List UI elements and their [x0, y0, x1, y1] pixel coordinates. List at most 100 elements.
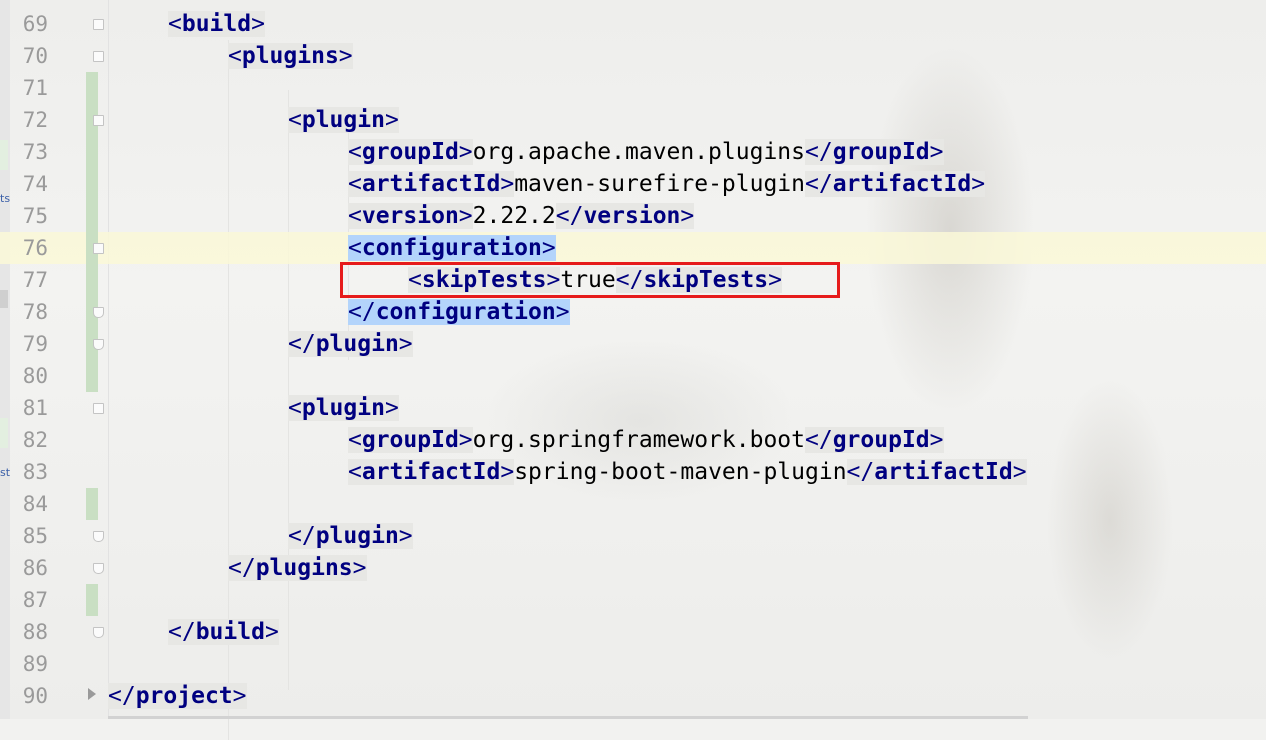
- xml-tag: </groupId>: [805, 427, 944, 453]
- xml-tag: </plugin>: [288, 331, 413, 357]
- xml-tag: </artifactId>: [805, 171, 986, 197]
- fold-toggle-icon[interactable]: [93, 339, 104, 350]
- code-text[interactable]: <plugin>: [288, 392, 399, 424]
- line-number: 75: [22, 204, 48, 228]
- vcs-change-marker[interactable]: [86, 488, 98, 520]
- fold-toggle-icon[interactable]: [93, 531, 104, 542]
- xml-tag: <groupId>: [348, 139, 473, 165]
- fold-toggle-icon[interactable]: [93, 403, 104, 414]
- line-number: 69: [22, 12, 48, 36]
- code-text[interactable]: <artifactId>maven-surefire-plugin</artif…: [348, 168, 986, 200]
- vcs-change-marker[interactable]: [86, 200, 98, 232]
- line-number: 89: [22, 652, 48, 676]
- line-number: 77: [22, 268, 48, 292]
- xml-tag: <plugin>: [288, 395, 399, 421]
- code-line-86[interactable]: 86 </plugins>: [0, 552, 1266, 584]
- code-line-71[interactable]: 71: [0, 72, 1266, 104]
- code-line-84[interactable]: 84: [0, 488, 1266, 520]
- line-number: 90: [22, 684, 48, 708]
- code-text[interactable]: <build>: [168, 8, 265, 40]
- code-text[interactable]: </configuration>: [348, 296, 570, 328]
- code-line-72[interactable]: 72 <plugin>: [0, 104, 1266, 136]
- line-number: 72: [22, 108, 48, 132]
- code-line-87[interactable]: 87: [0, 584, 1266, 616]
- fold-toggle-icon[interactable]: [93, 51, 104, 62]
- code-text[interactable]: <groupId>org.springframework.boot</group…: [348, 424, 944, 456]
- code-text[interactable]: <version>2.22.2</version>: [348, 200, 695, 232]
- vcs-change-marker[interactable]: [86, 72, 98, 104]
- fold-toggle-icon[interactable]: [93, 307, 104, 318]
- vcs-change-marker[interactable]: [86, 264, 98, 296]
- line-number: 76: [22, 236, 48, 260]
- code-line-82[interactable]: 82 <groupId>org.springframework.boot</gro…: [0, 424, 1266, 456]
- line-number: 87: [22, 588, 48, 612]
- line-number: 84: [22, 492, 48, 516]
- line-number: 80: [22, 364, 48, 388]
- code-line-80[interactable]: 80: [0, 360, 1266, 392]
- xml-text-value: maven-surefire-plugin: [514, 171, 805, 197]
- code-text[interactable]: </plugin>: [288, 328, 413, 360]
- fold-toggle-icon[interactable]: [93, 19, 104, 30]
- fold-toggle-icon[interactable]: [93, 563, 104, 574]
- xml-tag: </version>: [555, 203, 695, 229]
- code-line-85[interactable]: 85 </plugin>: [0, 520, 1266, 552]
- line-number: 85: [22, 524, 48, 548]
- line-number: 88: [22, 620, 48, 644]
- code-line-73[interactable]: 73 <groupId>org.apache.maven.plugins</gro…: [0, 136, 1266, 168]
- vcs-change-marker[interactable]: [86, 168, 98, 200]
- line-number: 79: [22, 332, 48, 356]
- code-line-89[interactable]: 89: [0, 648, 1266, 680]
- xml-tag: </build>: [168, 619, 279, 645]
- code-text[interactable]: <plugins>: [228, 40, 353, 72]
- xml-tag: <artifactId>: [348, 459, 515, 485]
- code-line-79[interactable]: 79 </plugin>: [0, 328, 1266, 360]
- fold-toggle-icon[interactable]: [93, 115, 104, 126]
- line-number: 82: [22, 428, 48, 452]
- code-line-75[interactable]: 75 <version>2.22.2</version>: [0, 200, 1266, 232]
- xml-tag: <configuration>: [348, 235, 556, 261]
- vcs-change-marker[interactable]: [86, 584, 98, 616]
- fold-toggle-icon[interactable]: [93, 243, 104, 254]
- line-number: 78: [22, 300, 48, 324]
- xml-tag: </groupId>: [805, 139, 944, 165]
- code-line-90[interactable]: 90 </project>: [0, 680, 1266, 712]
- line-number: 70: [22, 44, 48, 68]
- line-number: 83: [22, 460, 48, 484]
- code-line-88[interactable]: 88 </build>: [0, 616, 1266, 648]
- code-text[interactable]: </plugin>: [288, 520, 413, 552]
- vcs-change-marker[interactable]: [86, 360, 98, 392]
- line-number: 71: [22, 76, 48, 100]
- code-text[interactable]: </plugins>: [228, 552, 367, 584]
- code-text[interactable]: <artifactId>spring-boot-maven-plugin</ar…: [348, 456, 1027, 488]
- xml-tag: </plugins>: [228, 555, 367, 581]
- xml-tag: </artifactId>: [846, 459, 1027, 485]
- xml-text-value: org.springframework.boot: [472, 427, 805, 453]
- xml-tag: </plugin>: [288, 523, 413, 549]
- xml-tag: <plugin>: [288, 107, 399, 133]
- code-line-81[interactable]: 81 <plugin>: [0, 392, 1266, 424]
- code-line-83[interactable]: 83 <artifactId>spring-boot-maven-plugin</…: [0, 456, 1266, 488]
- code-line-76[interactable]: 76 <configuration>: [0, 232, 1266, 264]
- line-number: 81: [22, 396, 48, 420]
- xml-tag: <artifactId>: [348, 171, 515, 197]
- xml-text-value: 2.22.2: [472, 203, 556, 229]
- code-text[interactable]: <configuration>: [348, 232, 556, 264]
- code-line-69[interactable]: 69 <build>: [0, 8, 1266, 40]
- code-line-78[interactable]: 78 </configuration>: [0, 296, 1266, 328]
- xml-tag: </configuration>: [348, 299, 570, 325]
- xml-text-value: org.apache.maven.plugins: [472, 139, 805, 165]
- code-text[interactable]: </project>: [108, 680, 247, 712]
- code-text[interactable]: <groupId>org.apache.maven.plugins</group…: [348, 136, 944, 168]
- vcs-change-marker[interactable]: [86, 136, 98, 168]
- code-text[interactable]: </build>: [168, 616, 279, 648]
- line-number: 73: [22, 140, 48, 164]
- code-line-70[interactable]: 70 <plugins>: [0, 40, 1266, 72]
- code-line-74[interactable]: 74 <artifactId>maven-surefire-plugin</art…: [0, 168, 1266, 200]
- xml-tag: <version>: [348, 203, 473, 229]
- fold-toggle-icon[interactable]: [93, 627, 104, 638]
- xml-tag: <groupId>: [348, 427, 473, 453]
- fold-arrow-icon[interactable]: [88, 688, 96, 700]
- xml-tag: <build>: [168, 11, 265, 37]
- code-text[interactable]: <plugin>: [288, 104, 399, 136]
- xml-tag: </project>: [108, 683, 247, 709]
